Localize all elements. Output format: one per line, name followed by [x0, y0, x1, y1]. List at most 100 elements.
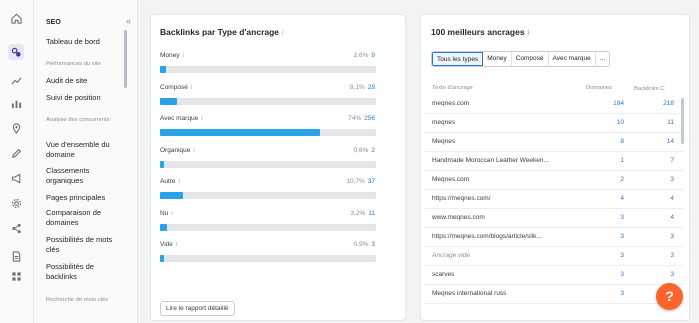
- anchor-type-bar-fill: [160, 129, 320, 136]
- anchor-type-label: Composé i: [160, 83, 193, 91]
- top-anchors-title: 100 meilleurs ancrages i: [431, 27, 530, 37]
- sidebar-item-vue-ensemble-domaine[interactable]: Vue d'ensemble du domaine: [46, 140, 126, 160]
- anchor-type-label: Avec marque i: [160, 115, 203, 122]
- backlinks-count-link[interactable]: 3: [670, 252, 674, 259]
- anchor-type-bar-fill: [160, 66, 166, 73]
- sidebar-nav: « SEO Tableau de bord Performances du si…: [34, 0, 138, 323]
- anchor-type-label: Money i: [160, 52, 184, 59]
- backlinks-count-link[interactable]: 4: [670, 214, 674, 221]
- megaphone-icon[interactable]: [8, 170, 24, 186]
- tab-avec-marque[interactable]: Avec marque: [549, 52, 596, 66]
- backlink-count-link[interactable]: 2: [371, 147, 375, 154]
- pin-icon[interactable]: [8, 120, 24, 136]
- domains-count-link[interactable]: 1: [620, 157, 624, 164]
- pencil-icon[interactable]: [8, 145, 24, 161]
- backlinks-count-link[interactable]: 4: [670, 195, 674, 202]
- info-icon[interactable]: i: [176, 242, 177, 248]
- table-row: Ancrage vide 3 3: [424, 247, 684, 266]
- backlink-count-link[interactable]: 3: [371, 241, 375, 248]
- anchor-type-share: 10,7% 37: [346, 178, 375, 185]
- backlinks-count-link[interactable]: 3: [670, 176, 674, 183]
- column-header-backlinks[interactable]: Backlinks ⊏: [634, 85, 665, 92]
- sidebar-item-tableau-de-bord[interactable]: Tableau de bord: [46, 37, 126, 47]
- anchor-text: https://meqnes.com/blogs/article/slik...: [432, 233, 542, 240]
- sidebar-item-comparaison-domaines[interactable]: Comparaison de domaines: [46, 208, 126, 228]
- anchor-type-bar-fill: [160, 255, 164, 262]
- info-icon[interactable]: i: [183, 53, 184, 59]
- domains-count-link[interactable]: 10: [617, 119, 624, 126]
- table-row: scarves 3 3: [424, 266, 684, 285]
- chart-up-icon[interactable]: [8, 72, 24, 88]
- anchor-type-label: Vide i: [160, 241, 178, 248]
- backlink-count-link[interactable]: 28: [368, 84, 375, 91]
- anchor-type-bar-fill: [160, 223, 167, 231]
- sidebar-item-suivi-de-position[interactable]: Suivi de position: [46, 93, 126, 103]
- tab-more[interactable]: ...: [596, 52, 609, 66]
- table-scrollbar[interactable]: [681, 98, 684, 144]
- table-row: meqnes 10 11: [424, 114, 684, 133]
- detailed-report-button[interactable]: Lire le rapport détaillé: [160, 301, 235, 316]
- domains-count-link[interactable]: 3: [620, 271, 624, 278]
- sidebar-item-possibilites-backlinks[interactable]: Possibilités de backlinks: [46, 262, 126, 282]
- home-icon[interactable]: [8, 10, 24, 26]
- backlinks-count-link[interactable]: 218: [663, 100, 674, 107]
- sidebar-item-classements-organiques[interactable]: Classements organiques: [46, 166, 126, 186]
- seo-icon[interactable]: [8, 44, 24, 60]
- backlinks-count-link[interactable]: 7: [670, 157, 674, 164]
- backlink-count-link[interactable]: 256: [364, 115, 375, 122]
- anchor-type-share: 2,6% 9: [353, 52, 375, 59]
- anchor-text: https://meqnes.com/: [432, 195, 491, 202]
- anchor-type-bar-fill: [160, 160, 164, 168]
- document-icon[interactable]: [8, 248, 24, 264]
- sidebar-item-pages-principales[interactable]: Pages principales: [46, 193, 126, 203]
- domains-count-link[interactable]: 184: [613, 100, 624, 107]
- info-icon[interactable]: i: [171, 211, 172, 217]
- anchor-type-bar: [160, 97, 376, 105]
- anchor-type-share: 0,6% 2: [353, 146, 375, 154]
- tab-tous-les-types[interactable]: Tous les types: [432, 52, 484, 66]
- sidebar-item-possibilites-mots-cles[interactable]: Possibilités de mots clés: [46, 235, 126, 255]
- domains-count-link[interactable]: 2: [620, 176, 624, 183]
- info-icon[interactable]: i: [201, 116, 202, 122]
- domains-count-link[interactable]: 3: [620, 214, 624, 221]
- domains-count-link[interactable]: 3: [620, 252, 624, 259]
- anchor-text: meqnes.com: [432, 100, 470, 107]
- sidebar-section-seo: SEO: [46, 19, 61, 26]
- column-header-anchor[interactable]: Texte d'ancrage: [432, 85, 473, 91]
- domains-count-link[interactable]: 3: [620, 233, 624, 240]
- table-row: Meqnes.com 2 3: [424, 171, 684, 190]
- tab-compose[interactable]: Composé: [512, 52, 549, 66]
- bars-icon[interactable]: [8, 95, 24, 111]
- column-header-domains[interactable]: Domaines: [586, 85, 612, 91]
- sort-icon[interactable]: ⊏: [660, 86, 665, 92]
- backlink-count-link[interactable]: 37: [368, 178, 375, 185]
- info-icon[interactable]: i: [193, 148, 194, 154]
- info-icon[interactable]: i: [179, 179, 180, 185]
- info-icon[interactable]: i: [282, 30, 284, 37]
- info-icon[interactable]: i: [191, 85, 192, 91]
- backlink-count-link[interactable]: 9: [371, 52, 375, 59]
- gear-icon[interactable]: [8, 195, 24, 211]
- domains-count-link[interactable]: 4: [620, 195, 624, 202]
- info-icon[interactable]: i: [528, 30, 530, 37]
- anchor-text: Ancrage vide: [432, 252, 470, 259]
- backlink-count-link[interactable]: 11: [368, 210, 375, 217]
- anchor-type-bar-fill: [160, 97, 178, 105]
- domains-count-link[interactable]: 8: [620, 138, 624, 145]
- collapse-sidebar-icon[interactable]: «: [126, 16, 131, 26]
- anchor-type-bar: [160, 66, 376, 73]
- backlinks-count-link[interactable]: 14: [667, 138, 674, 145]
- anchor-type-tabs: Tous les types Money Composé Avec marque…: [431, 51, 611, 67]
- icon-rail: [0, 0, 34, 323]
- tab-money[interactable]: Money: [483, 52, 512, 66]
- grid-icon[interactable]: [8, 268, 24, 284]
- backlinks-count-link[interactable]: 3: [670, 233, 674, 240]
- domains-count-link[interactable]: 3: [620, 290, 624, 297]
- sidebar-item-audit-de-site[interactable]: Audit de site: [46, 76, 126, 86]
- anchor-type-share: 74% 256: [348, 115, 375, 122]
- backlinks-count-link[interactable]: 11: [667, 119, 674, 126]
- table-row: Meqnes international russ33: [424, 285, 684, 304]
- share-icon[interactable]: [8, 220, 24, 236]
- backlinks-count-link[interactable]: 3: [670, 271, 674, 278]
- help-button[interactable]: ?: [656, 283, 683, 310]
